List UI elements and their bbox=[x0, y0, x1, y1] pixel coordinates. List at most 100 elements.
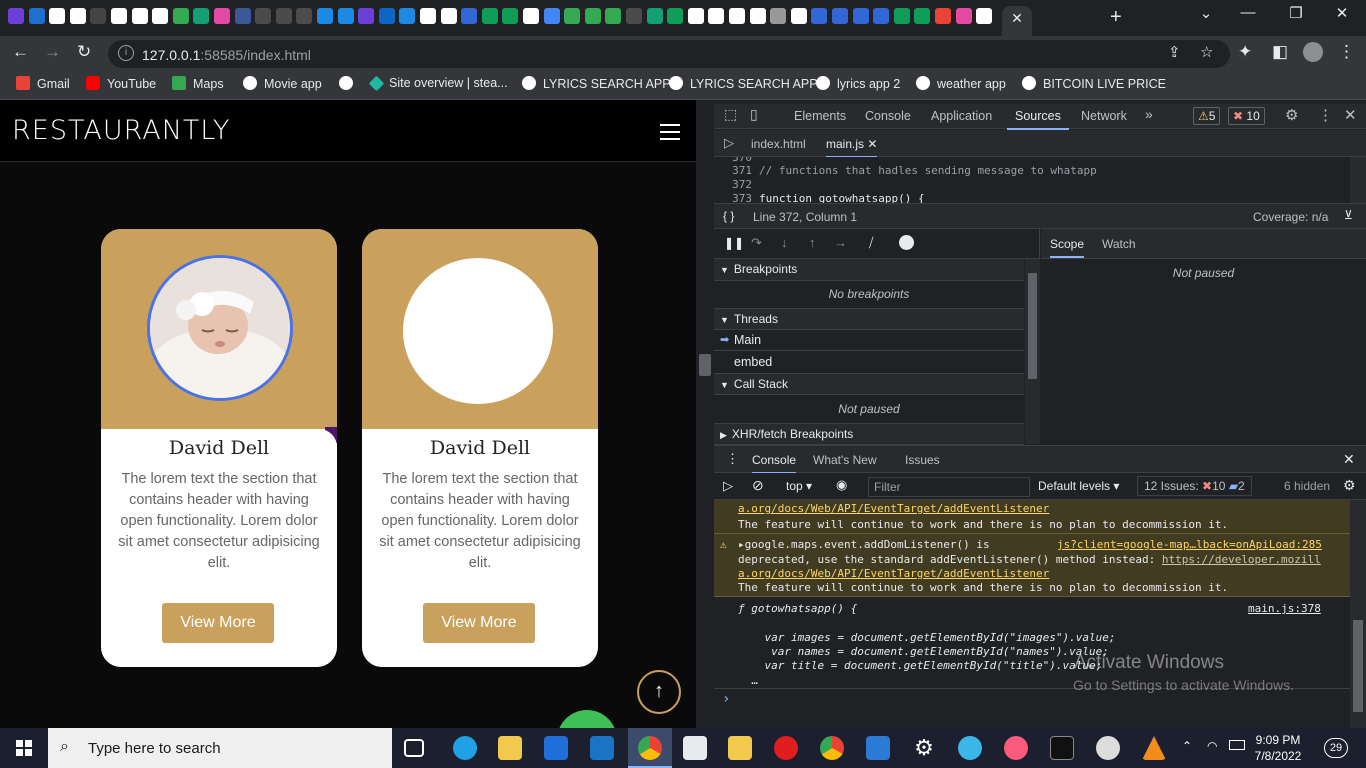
file-tab-main-js[interactable]: main.js ✕ bbox=[826, 137, 878, 158]
task-view-icon[interactable] bbox=[404, 739, 424, 757]
minimize-icon[interactable]: — bbox=[1228, 4, 1268, 21]
browser-tab[interactable] bbox=[378, 8, 395, 24]
browser-tab[interactable] bbox=[152, 8, 169, 24]
tab-elements[interactable]: Elements bbox=[794, 109, 846, 123]
browser-tab[interactable] bbox=[131, 8, 148, 24]
remote-desktop-icon[interactable] bbox=[590, 736, 614, 760]
settings-gear-icon[interactable]: ⚙ bbox=[912, 736, 936, 760]
tray-chevron-icon[interactable]: ⌃ bbox=[1182, 739, 1192, 753]
coverage-toggle-icon[interactable]: ⊻ bbox=[1344, 208, 1353, 222]
address-bar[interactable]: i 127.0.0.1:58585/index.html ⇪ ☆ bbox=[108, 40, 1230, 68]
tab-close-icon[interactable]: ✕ bbox=[1011, 10, 1023, 26]
browser-tab[interactable] bbox=[90, 8, 107, 24]
bookmark-star-icon[interactable]: ☆ bbox=[1200, 43, 1213, 63]
menu-kebab-icon[interactable]: ⋮ bbox=[1338, 42, 1355, 62]
browser-tab[interactable] bbox=[481, 8, 498, 24]
browser-tab[interactable] bbox=[605, 8, 622, 24]
site-info-icon[interactable]: i bbox=[118, 45, 134, 61]
browser-tab[interactable] bbox=[564, 8, 581, 24]
warning-link[interactable]: a.org/docs/Web/API/EventTarget/addEventL… bbox=[738, 567, 1049, 580]
warning-source-link[interactable]: js?client=google-map…lback=onApiLoad:285 bbox=[1057, 538, 1322, 551]
windows-start-icon[interactable] bbox=[16, 740, 32, 756]
terminal-icon[interactable] bbox=[1050, 736, 1074, 760]
call-stack-section[interactable]: ▼ Call Stack bbox=[714, 373, 1024, 395]
thread-main[interactable]: Main bbox=[734, 333, 761, 347]
browser-tab[interactable] bbox=[914, 8, 931, 24]
app-icon[interactable] bbox=[544, 736, 568, 760]
browser-tab[interactable] bbox=[976, 8, 993, 24]
sidebar-scrollbar[interactable] bbox=[1025, 259, 1040, 444]
opera-icon[interactable] bbox=[774, 736, 798, 760]
settings-gear-icon[interactable]: ⚙ bbox=[1285, 106, 1298, 124]
log-levels-select[interactable]: Default levels ▾ bbox=[1038, 479, 1119, 493]
edge-icon[interactable] bbox=[453, 736, 477, 760]
wifi-icon[interactable]: ◠ bbox=[1207, 739, 1217, 753]
errors-badge[interactable]: ✖ 10 bbox=[1228, 107, 1265, 125]
profile-avatar[interactable] bbox=[1303, 42, 1323, 62]
app-icon[interactable] bbox=[958, 736, 982, 760]
browser-tab[interactable] bbox=[502, 8, 519, 24]
drawer-tab-issues[interactable]: Issues bbox=[905, 453, 940, 467]
bookmark-site-overview[interactable]: Site overview | stea... bbox=[368, 75, 508, 92]
notification-center-icon[interactable]: 29 bbox=[1324, 738, 1348, 758]
tab-console[interactable]: Console bbox=[865, 109, 911, 123]
browser-tab[interactable] bbox=[296, 8, 313, 24]
site-brand[interactable]: RESTAURANTLY bbox=[12, 115, 230, 146]
more-tabs-icon[interactable]: » bbox=[1145, 106, 1153, 122]
bookmark-lyrics-1[interactable]: LYRICS SEARCH APP bbox=[522, 76, 671, 91]
deactivate-breakpoints-icon[interactable]: ⧸ bbox=[869, 235, 873, 251]
live-expression-eye-icon[interactable]: ◉ bbox=[836, 477, 847, 493]
breakpoints-section[interactable]: ▼ Breakpoints bbox=[714, 259, 1024, 281]
new-tab-button[interactable]: + bbox=[1110, 6, 1122, 29]
step-out-icon[interactable]: ↑ bbox=[809, 235, 816, 250]
mail-icon[interactable] bbox=[683, 736, 707, 760]
share-icon[interactable]: ⇪ bbox=[1168, 43, 1181, 63]
tab-scope[interactable]: Scope bbox=[1050, 237, 1085, 258]
browser-tab[interactable] bbox=[28, 8, 45, 24]
browser-tab[interactable] bbox=[523, 8, 539, 24]
browser-tab[interactable] bbox=[667, 8, 684, 24]
browser-tab[interactable] bbox=[69, 8, 86, 24]
xhr-breakpoints-section[interactable]: ▶ XHR/fetch Breakpoints bbox=[714, 423, 1024, 445]
bookmark-youtube[interactable]: YouTube bbox=[86, 76, 156, 91]
bookmark-lyrics-2[interactable]: LYRICS SEARCH APP bbox=[669, 76, 818, 91]
browser-tab[interactable] bbox=[317, 8, 333, 24]
vlc-icon[interactable] bbox=[1142, 736, 1166, 760]
store-icon[interactable] bbox=[498, 736, 522, 760]
view-more-button[interactable]: View More bbox=[162, 603, 274, 643]
taskbar-clock[interactable]: 9:09 PM 7/8/2022 bbox=[1252, 732, 1304, 764]
browser-tab[interactable] bbox=[852, 8, 869, 24]
console-output[interactable]: a.org/docs/Web/API/EventTarget/addEventL… bbox=[714, 500, 1350, 728]
pause-icon[interactable]: ❚❚ bbox=[724, 236, 744, 250]
thread-embed[interactable]: embed bbox=[734, 355, 772, 369]
extensions-icon[interactable]: ✦ bbox=[1238, 42, 1252, 62]
bookmark-maps[interactable]: Maps bbox=[172, 76, 224, 91]
browser-tab[interactable] bbox=[873, 8, 890, 24]
browser-tab[interactable] bbox=[543, 8, 560, 24]
file-explorer-icon[interactable] bbox=[728, 736, 752, 760]
browser-tab[interactable] bbox=[749, 8, 766, 24]
warning-head[interactable]: ▸google.maps.event.addDomListener() is bbox=[738, 538, 990, 551]
whatsapp-float-icon[interactable] bbox=[557, 710, 617, 728]
bookmark-lyrics-app-2[interactable]: lyrics app 2 bbox=[816, 76, 900, 91]
browser-tab[interactable] bbox=[255, 8, 272, 24]
scroll-to-top-button[interactable]: ↑ bbox=[637, 670, 681, 714]
tab-search-icon[interactable]: ⌄ bbox=[1186, 4, 1226, 22]
console-settings-icon[interactable]: ⚙ bbox=[1343, 477, 1356, 494]
device-toggle-icon[interactable]: ▯ bbox=[750, 106, 758, 123]
console-scrollbar[interactable] bbox=[1350, 500, 1366, 728]
close-devtools-icon[interactable]: ✕ bbox=[1344, 106, 1357, 124]
browser-tab[interactable] bbox=[955, 8, 972, 24]
pause-on-exceptions-icon[interactable] bbox=[899, 235, 914, 250]
browser-tab[interactable] bbox=[687, 8, 704, 24]
step-icon[interactable]: → bbox=[834, 235, 847, 250]
warning-link[interactable]: a.org/docs/Web/API/EventTarget/addEventL… bbox=[738, 502, 1049, 515]
tab-watch[interactable]: Watch bbox=[1102, 237, 1136, 251]
scroll-thumb[interactable] bbox=[1028, 273, 1037, 379]
vscode-icon[interactable] bbox=[866, 736, 890, 760]
close-drawer-icon[interactable]: ✕ bbox=[1343, 451, 1355, 468]
browser-tab[interactable] bbox=[234, 8, 251, 24]
navigator-toggle-icon[interactable]: ▷ bbox=[724, 135, 734, 151]
drawer-tab-whats-new[interactable]: What's New bbox=[813, 453, 877, 467]
context-select[interactable]: top ▾ bbox=[786, 479, 812, 493]
